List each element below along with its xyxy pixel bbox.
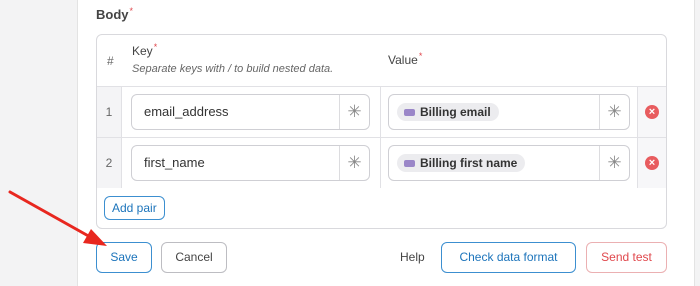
value-chip-label: Billing first name bbox=[420, 156, 518, 170]
variable-tag-icon bbox=[404, 159, 415, 167]
table-header: # Key* Separate keys with / to build nes… bbox=[97, 35, 666, 86]
header-key-hint: Separate keys with / to build nested dat… bbox=[132, 63, 334, 75]
variable-tag-icon bbox=[404, 108, 415, 116]
row-actions: × bbox=[638, 87, 666, 137]
table-row: 1 email_address ✳ Billing email ✳ × bbox=[97, 86, 666, 137]
key-cell: email_address ✳ bbox=[122, 87, 381, 137]
key-input[interactable]: first_name bbox=[132, 146, 339, 180]
key-field[interactable]: email_address ✳ bbox=[131, 94, 370, 130]
value-input[interactable]: Billing first name bbox=[389, 146, 599, 180]
value-chip[interactable]: Billing email bbox=[397, 103, 499, 121]
value-cell: Billing first name ✳ bbox=[381, 138, 638, 188]
key-field[interactable]: first_name ✳ bbox=[131, 145, 370, 181]
required-mark: * bbox=[129, 6, 134, 16]
key-input[interactable]: email_address bbox=[132, 95, 339, 129]
value-input[interactable]: Billing email bbox=[389, 95, 599, 129]
annotation-arrow-icon bbox=[8, 190, 107, 246]
insert-variable-icon[interactable]: ✳ bbox=[339, 146, 369, 180]
insert-variable-icon[interactable]: ✳ bbox=[599, 95, 629, 129]
row-actions: × bbox=[638, 138, 666, 188]
header-key: Key* bbox=[132, 42, 158, 58]
table-row: 2 first_name ✳ Billing first name ✳ × bbox=[97, 137, 666, 188]
value-field[interactable]: Billing first name ✳ bbox=[388, 145, 630, 181]
key-cell: first_name ✳ bbox=[122, 138, 381, 188]
value-chip[interactable]: Billing first name bbox=[397, 154, 526, 172]
value-field[interactable]: Billing email ✳ bbox=[388, 94, 630, 130]
cancel-button[interactable]: Cancel bbox=[161, 242, 227, 273]
key-value-table: # Key* Separate keys with / to build nes… bbox=[96, 34, 667, 229]
header-key-label: Key bbox=[132, 44, 153, 58]
remove-row-icon[interactable]: × bbox=[645, 156, 659, 170]
check-data-format-button[interactable]: Check data format bbox=[441, 242, 576, 273]
header-value-label: Value bbox=[388, 53, 418, 67]
value-cell: Billing email ✳ bbox=[381, 87, 638, 137]
value-chip-label: Billing email bbox=[420, 105, 491, 119]
key-required-mark: * bbox=[153, 42, 158, 52]
remove-row-icon[interactable]: × bbox=[645, 105, 659, 119]
insert-variable-icon[interactable]: ✳ bbox=[599, 146, 629, 180]
value-required-mark: * bbox=[418, 51, 423, 61]
insert-variable-icon[interactable]: ✳ bbox=[339, 95, 369, 129]
send-test-button[interactable]: Send test bbox=[586, 242, 667, 273]
header-value: Value* bbox=[388, 51, 423, 67]
help-link[interactable]: Help bbox=[400, 250, 425, 264]
